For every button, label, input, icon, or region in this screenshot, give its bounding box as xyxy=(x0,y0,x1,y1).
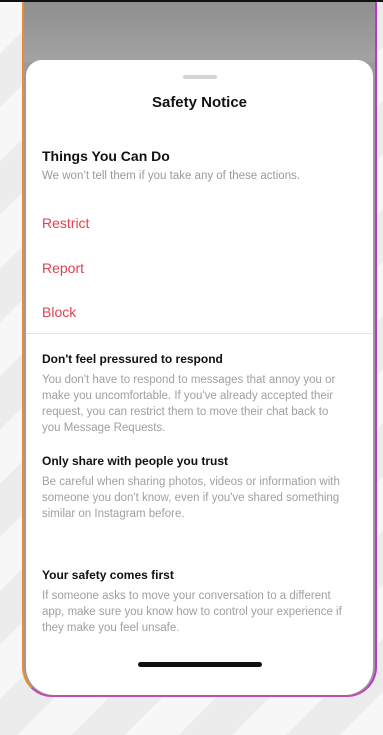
tip-body: You don't have to respond to messages th… xyxy=(42,374,336,434)
block-button[interactable]: Block xyxy=(42,304,76,320)
home-indicator[interactable] xyxy=(137,662,262,667)
tip-body: If someone asks to move your conversatio… xyxy=(42,590,342,634)
restrict-button[interactable]: Restrict xyxy=(42,215,89,231)
tip-title: Your safety comes first xyxy=(42,568,174,582)
divider xyxy=(26,333,373,334)
phone-screen: Safety Notice Things You Can Do We won’t… xyxy=(22,2,377,697)
section-subtitle: We won’t tell them if you take any of th… xyxy=(42,170,301,182)
section-title: Things You Can Do xyxy=(42,148,170,164)
sheet-grabber-handle[interactable] xyxy=(182,75,217,79)
tip-title: Only share with people you trust xyxy=(42,454,229,468)
sheet-title: Safety Notice xyxy=(151,94,248,111)
dimmed-backdrop[interactable] xyxy=(24,2,375,62)
safety-notice-sheet: Safety Notice Things You Can Do We won’t… xyxy=(26,60,373,695)
tip-title: Don't feel pressured to respond xyxy=(42,352,223,366)
tip-body: Be careful when sharing photos, videos o… xyxy=(42,476,340,520)
report-button[interactable]: Report xyxy=(42,260,84,276)
